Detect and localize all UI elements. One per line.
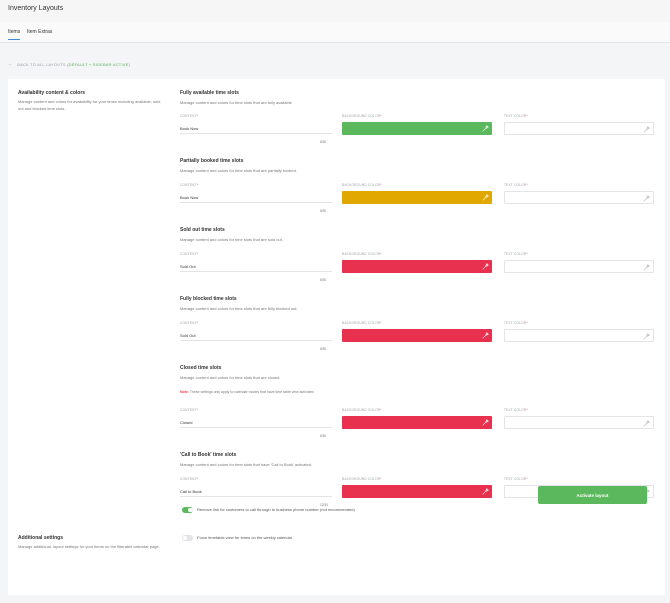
background-color-swatch[interactable] — [342, 416, 492, 429]
section-description: Manage content and colors for time slots… — [180, 100, 292, 105]
content-input[interactable]: Book Now — [180, 190, 332, 203]
eyedropper-icon[interactable] — [482, 194, 489, 201]
page-title: Inventory Layouts — [8, 5, 64, 12]
section-description: Manage content and colors for time slots… — [180, 168, 297, 173]
eyedropper-icon[interactable] — [482, 332, 489, 339]
back-link-layout-name: (DEFAULT + SIDEBAR ACTIVE) — [67, 61, 131, 67]
section-title: Fully blocked time slots — [180, 296, 237, 302]
content-label: CONTENT* — [180, 114, 199, 118]
text-color-label: TEXT COLOR* — [504, 477, 528, 481]
eyedropper-icon[interactable] — [482, 488, 489, 495]
availability-heading: Availability content & colors — [18, 90, 86, 96]
eyedropper-icon[interactable] — [482, 263, 489, 270]
content-input[interactable]: Closed — [180, 415, 332, 428]
char-counter: 8/30 — [320, 347, 327, 351]
background-color-swatch[interactable] — [342, 260, 492, 273]
section-note: Note: These settings only apply to calen… — [180, 390, 314, 394]
background-color-swatch[interactable] — [342, 122, 492, 135]
note-text: These settings only apply to calendar mo… — [189, 390, 314, 394]
text-color-label: TEXT COLOR* — [504, 114, 528, 118]
section-description: Manage content and colors for time slots… — [180, 462, 313, 467]
section-title: Sold out time slots — [180, 227, 225, 233]
background-color-label: BACKGROUND COLOR* — [342, 477, 382, 481]
char-counter: 8/30 — [320, 209, 327, 213]
content-input[interactable]: Book Now — [180, 121, 332, 134]
background-color-label: BACKGROUND COLOR* — [342, 321, 382, 325]
section-title: Closed time slots — [180, 365, 222, 371]
content-label: CONTENT* — [180, 477, 199, 481]
text-color-input[interactable] — [504, 416, 654, 429]
activate-layout-button[interactable]: Activate layout — [538, 486, 647, 504]
additional-settings-heading: Additional settings — [18, 535, 63, 541]
text-color-input[interactable] — [504, 191, 654, 204]
eyedropper-icon[interactable] — [643, 333, 650, 340]
note-label: Note: — [180, 390, 189, 394]
eyedropper-icon[interactable] — [482, 125, 489, 132]
section-title: Fully available time slots — [180, 90, 239, 96]
content-input[interactable]: Sold Out — [180, 328, 332, 341]
section-title: Partially booked time slots — [180, 158, 244, 164]
availability-description: Manage content and colors for availabili… — [18, 99, 161, 111]
app-header: Inventory Layouts — [0, 0, 670, 22]
background-color-swatch[interactable] — [342, 329, 492, 342]
eyedropper-icon[interactable] — [482, 419, 489, 426]
section-description: Manage content and colors for time slots… — [180, 237, 283, 242]
arrow-left-icon: ← — [8, 61, 14, 67]
text-color-input[interactable] — [504, 122, 654, 135]
eyedropper-icon[interactable] — [643, 420, 650, 427]
text-color-label: TEXT COLOR* — [504, 183, 528, 187]
eyedropper-icon[interactable] — [643, 264, 650, 271]
content-label: CONTENT* — [180, 252, 199, 256]
remove-call-link-toggle[interactable] — [182, 507, 193, 513]
text-color-input[interactable] — [504, 260, 654, 273]
section-description: Manage content and colors for time slots… — [180, 375, 281, 380]
tab-bar: Items Item Extras — [0, 22, 670, 43]
tab-item-extras[interactable]: Item Extras — [27, 29, 52, 35]
background-color-swatch[interactable] — [342, 191, 492, 204]
background-color-label: BACKGROUND COLOR* — [342, 252, 382, 256]
force-timetable-toggle[interactable] — [182, 535, 193, 541]
eyedropper-icon[interactable] — [643, 195, 650, 202]
text-color-label: TEXT COLOR* — [504, 252, 528, 256]
background-color-swatch[interactable] — [342, 485, 492, 498]
section-title: 'Call to Book' time slots — [180, 452, 237, 458]
back-link-label: BACK TO ALL LAYOUTS — [17, 61, 66, 67]
back-to-layouts-link[interactable]: ← BACK TO ALL LAYOUTS (DEFAULT + SIDEBAR… — [8, 61, 130, 67]
force-timetable-label: Force timetable view for times on the we… — [197, 535, 293, 540]
background-color-label: BACKGROUND COLOR* — [342, 183, 382, 187]
text-color-label: TEXT COLOR* — [504, 321, 528, 325]
toggle-knob — [188, 507, 193, 512]
eyedropper-icon[interactable] — [643, 126, 650, 133]
additional-settings-description: Manage additional, layout settings for y… — [18, 544, 160, 549]
remove-call-link-label: Remove link for customers to call throug… — [197, 507, 355, 512]
text-color-label: TEXT COLOR* — [504, 408, 528, 412]
content-label: CONTENT* — [180, 408, 199, 412]
background-color-label: BACKGROUND COLOR* — [342, 408, 382, 412]
char-counter: 8/30 — [320, 140, 327, 144]
char-counter: 8/30 — [320, 278, 327, 282]
text-color-input[interactable] — [504, 329, 654, 342]
content-input[interactable]: Call to Book — [180, 484, 332, 497]
settings-card: Availability content & colors Manage con… — [8, 79, 665, 595]
toggle-knob — [182, 535, 187, 540]
section-description: Manage content and colors for time slots… — [180, 306, 298, 311]
background-color-label: BACKGROUND COLOR* — [342, 114, 382, 118]
content-input[interactable]: Sold Out — [180, 259, 332, 272]
char-counter: 6/30 — [320, 434, 327, 438]
content-label: CONTENT* — [180, 183, 199, 187]
content-label: CONTENT* — [180, 321, 199, 325]
tab-items[interactable]: Items — [8, 29, 21, 40]
